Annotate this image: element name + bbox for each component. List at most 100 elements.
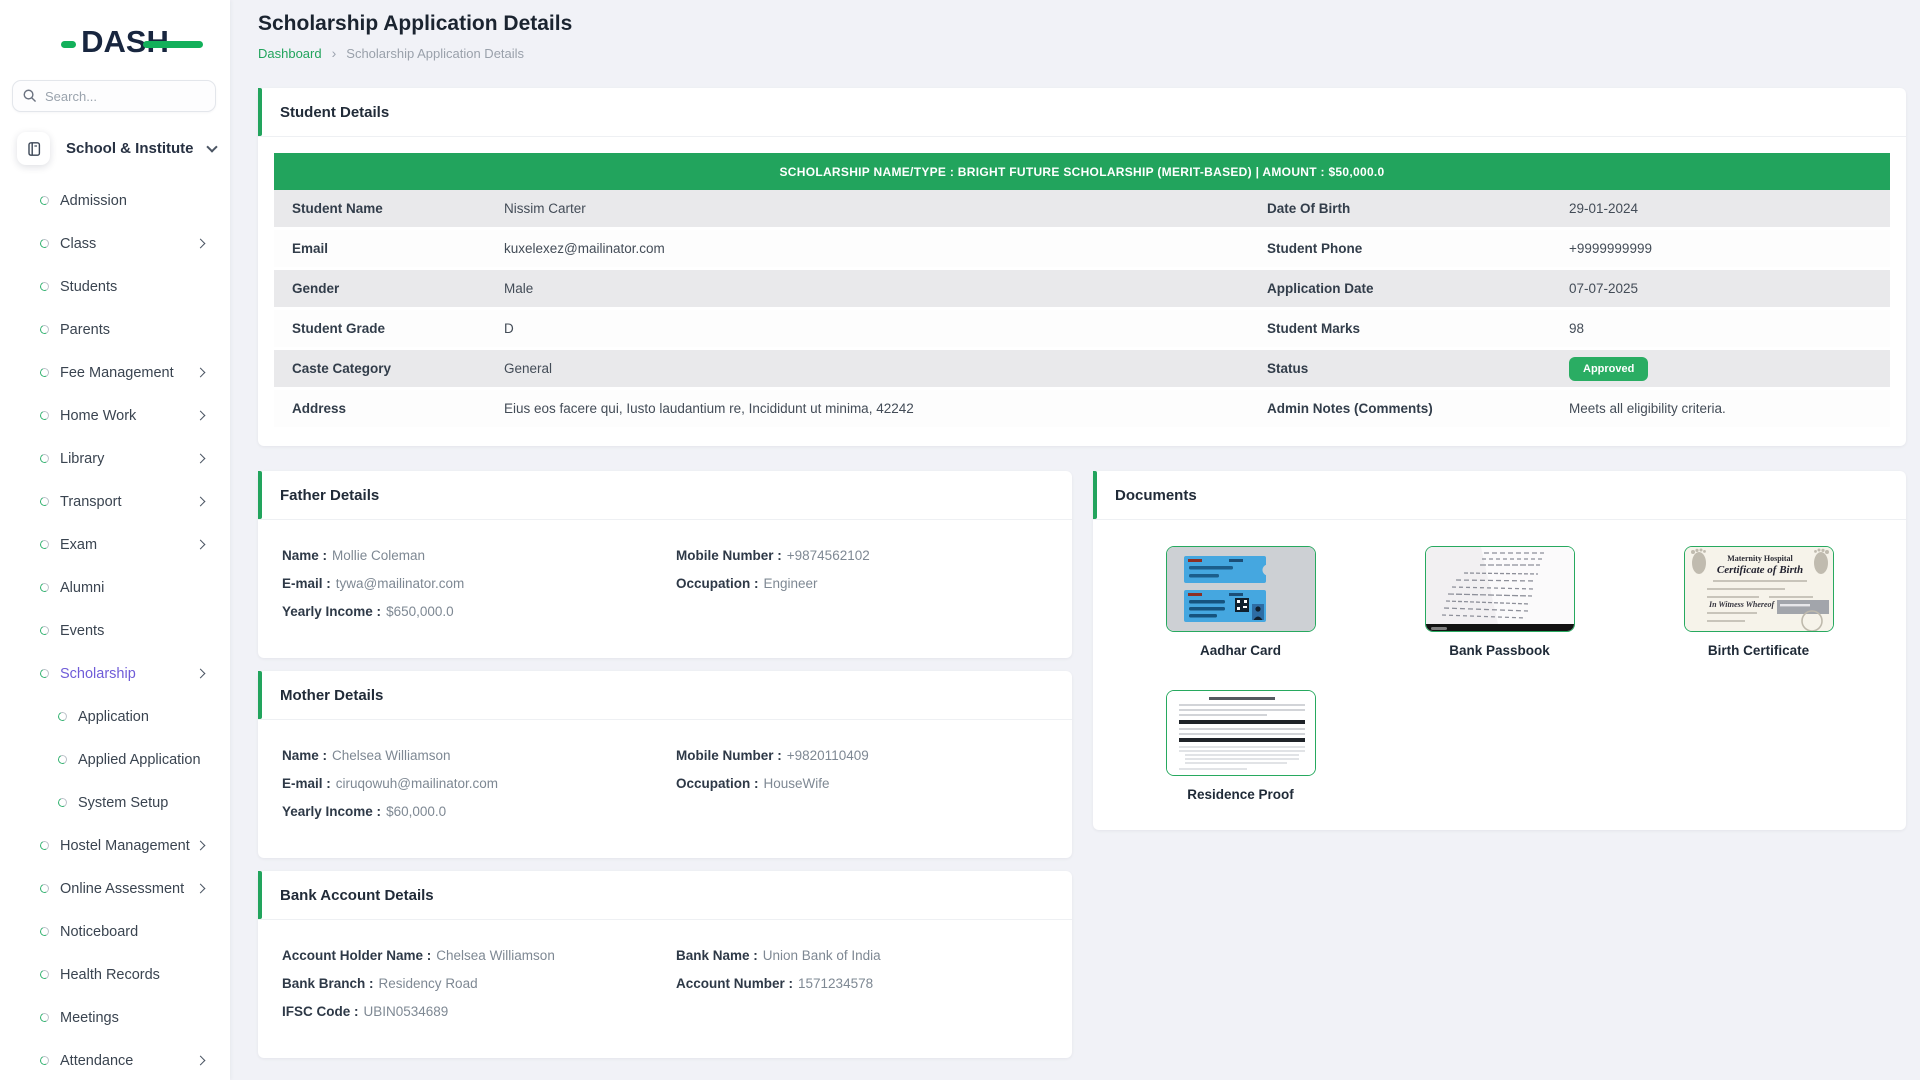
logo-dash-icon: [61, 41, 76, 48]
document-label: Residence Proof: [1187, 787, 1294, 802]
sidebar-item[interactable]: Attendance: [0, 1039, 230, 1080]
document-bank-passbook[interactable]: Bank Passbook: [1425, 546, 1575, 658]
bank-passbook-thumbnail: [1425, 546, 1575, 632]
sidebar-item[interactable]: Scholarship: [0, 652, 230, 695]
notebook-icon: [17, 132, 50, 165]
account-number: 1571234578: [798, 976, 873, 991]
bullet-ring-icon: [39, 324, 50, 335]
chevron-right-icon: [196, 239, 206, 249]
document-birth-certificate[interactable]: Maternity Hospital Certificate of Birth: [1684, 546, 1834, 658]
sidebar-item[interactable]: Applied Application: [0, 738, 230, 781]
card-title: Documents: [1093, 471, 1906, 520]
sidebar-item[interactable]: Admission: [0, 179, 230, 222]
sidebar-section-school-institute[interactable]: School & Institute: [17, 132, 216, 165]
chevron-right-icon: [196, 841, 206, 851]
sidebar-item[interactable]: Transport: [0, 480, 230, 523]
sidebar-item[interactable]: Online Assessment: [0, 867, 230, 910]
main-content: Scholarship Application Details Dashboar…: [230, 0, 1920, 1058]
sidebar-item[interactable]: Application: [0, 695, 230, 738]
documents-card: Documents: [1093, 471, 1906, 830]
chevron-right-icon: [196, 884, 206, 894]
sidebar-menu: Admission Class Students Parents Fee Man…: [0, 179, 230, 1080]
father-name: Mollie Coleman: [332, 548, 425, 563]
chevron-right-icon: [196, 368, 206, 378]
chevron-right-icon: [196, 497, 206, 507]
bullet-ring-icon: [39, 453, 50, 464]
bank-account-details-card: Bank Account Details Account Holder Name…: [258, 871, 1072, 1058]
document-aadhar-card[interactable]: Aadhar Card: [1166, 546, 1316, 658]
row-label: Email: [274, 241, 504, 256]
sidebar-item[interactable]: Events: [0, 609, 230, 652]
row-label: Application Date: [1249, 281, 1569, 296]
mother-occupation: HouseWife: [764, 776, 830, 791]
sidebar-item[interactable]: Exam: [0, 523, 230, 566]
father-email: tywa@mailinator.com: [336, 576, 465, 591]
row-value: +9999999999: [1569, 241, 1890, 256]
bullet-ring-icon: [39, 1012, 50, 1023]
table-row: Email kuxelexez@mailinator.com Student P…: [274, 230, 1890, 270]
mother-yearly-income: $60,000.0: [386, 804, 446, 819]
row-value: kuxelexez@mailinator.com: [504, 241, 1249, 256]
row-value: Eius eos facere qui, Iusto laudantium re…: [504, 401, 1249, 416]
sidebar-item[interactable]: Class: [0, 222, 230, 265]
bullet-ring-icon: [39, 668, 50, 679]
sidebar-item[interactable]: Parents: [0, 308, 230, 351]
chevron-right-icon: [196, 1056, 206, 1066]
chevron-separator-icon: ›: [332, 45, 337, 61]
document-residence-proof[interactable]: Residence Proof: [1166, 690, 1316, 802]
bullet-ring-icon: [39, 625, 50, 636]
bullet-ring-icon: [39, 539, 50, 550]
card-title: Student Details: [258, 88, 1906, 137]
breadcrumb-dashboard-link[interactable]: Dashboard: [258, 46, 322, 61]
app-logo[interactable]: DASH: [61, 24, 169, 60]
row-value: Meets all eligibility criteria.: [1569, 401, 1890, 416]
sidebar-item[interactable]: Alumni: [0, 566, 230, 609]
row-value: 07-07-2025: [1569, 281, 1890, 296]
svg-text:In Witness Whereof: In Witness Whereof: [1708, 600, 1776, 609]
table-row: Address Eius eos facere qui, Iusto lauda…: [274, 390, 1890, 430]
row-value: D: [504, 321, 1249, 336]
row-value: Male: [504, 281, 1249, 296]
sidebar-search: [12, 80, 216, 112]
search-input[interactable]: [12, 80, 216, 112]
row-value: Approved: [1569, 357, 1890, 381]
sidebar-item[interactable]: Hostel Management: [0, 824, 230, 867]
table-row: Caste Category General Status Approved: [274, 350, 1890, 390]
bullet-ring-icon: [39, 367, 50, 378]
document-label: Bank Passbook: [1449, 643, 1550, 658]
bullet-ring-icon: [39, 969, 50, 980]
father-yearly-income: $650,000.0: [386, 604, 454, 619]
row-label: Admin Notes (Comments): [1249, 401, 1569, 416]
father-details-card: Father Details Name :Mollie Coleman E-ma…: [258, 471, 1072, 658]
row-label: Caste Category: [274, 361, 504, 376]
row-label: Student Marks: [1249, 321, 1569, 336]
bullet-ring-icon: [57, 711, 68, 722]
table-row: Student Grade D Student Marks 98: [274, 310, 1890, 350]
sidebar-item[interactable]: Meetings: [0, 996, 230, 1039]
sidebar-item[interactable]: Students: [0, 265, 230, 308]
student-details-card: Student Details SCHOLARSHIP NAME/TYPE : …: [258, 88, 1906, 446]
sidebar-item[interactable]: Health Records: [0, 953, 230, 996]
row-label: Address: [274, 401, 504, 416]
chevron-right-icon: [196, 454, 206, 464]
status-badge: Approved: [1569, 357, 1648, 381]
sidebar-item[interactable]: Home Work: [0, 394, 230, 437]
svg-text:Maternity Hospital: Maternity Hospital: [1727, 554, 1793, 563]
sidebar-item[interactable]: Fee Management: [0, 351, 230, 394]
sidebar: DASH School & Institute Admission: [0, 0, 230, 1080]
chevron-right-icon: [196, 540, 206, 550]
sidebar-item[interactable]: Noticeboard: [0, 910, 230, 953]
residence-proof-thumbnail: [1166, 690, 1316, 776]
row-label: Student Name: [274, 201, 504, 216]
student-details-table: Student Name Nissim Carter Date Of Birth…: [274, 190, 1890, 430]
sidebar-section-label: School & Institute: [66, 140, 194, 157]
row-value: General: [504, 361, 1249, 376]
row-label: Status: [1249, 361, 1569, 376]
sidebar-item[interactable]: Library: [0, 437, 230, 480]
search-icon: [22, 88, 37, 103]
birth-certificate-thumbnail: Maternity Hospital Certificate of Birth: [1684, 546, 1834, 632]
sidebar-item[interactable]: System Setup: [0, 781, 230, 824]
bullet-ring-icon: [39, 840, 50, 851]
row-label: Gender: [274, 281, 504, 296]
table-row: Student Name Nissim Carter Date Of Birth…: [274, 190, 1890, 230]
